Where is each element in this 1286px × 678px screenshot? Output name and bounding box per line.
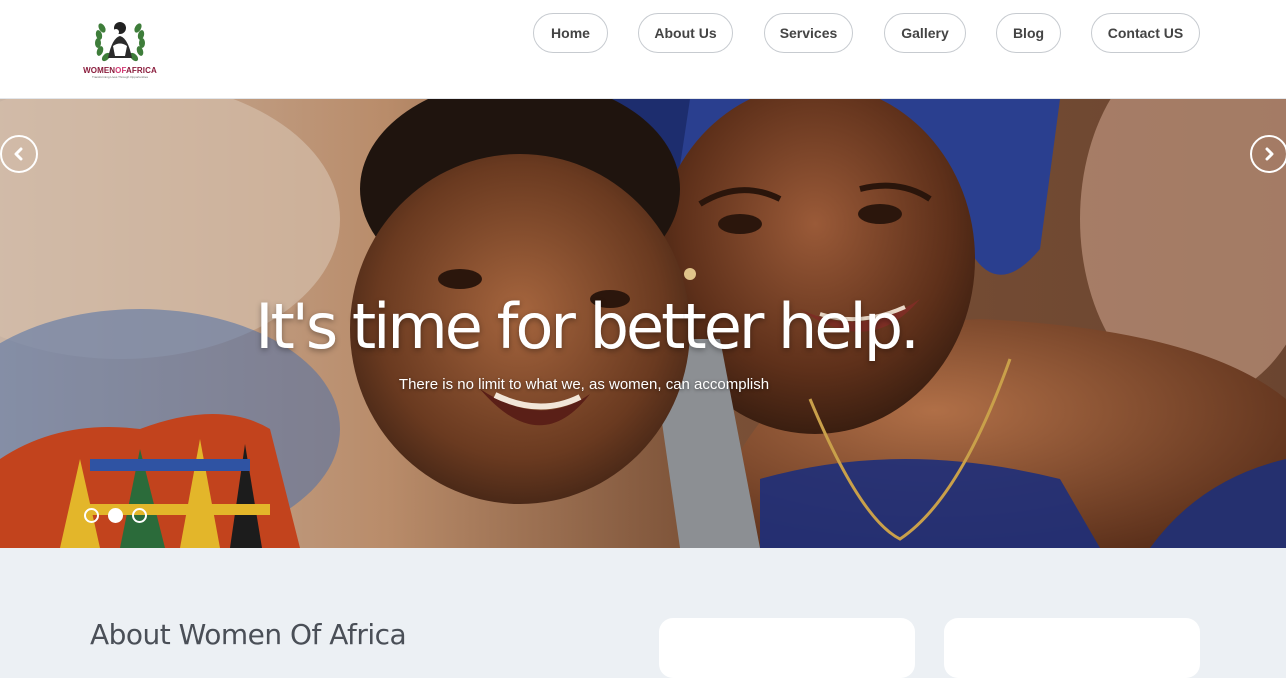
slider-prev-button[interactable] [0, 135, 38, 173]
logo-tagline: Transforming Lives Through Opportunities [91, 75, 149, 79]
logo-word-africa: AFRICA [126, 66, 157, 75]
nav-contact-button[interactable]: Contact US [1091, 13, 1200, 53]
logo-word-of: OF [115, 66, 127, 75]
nav-about-button[interactable]: About Us [638, 13, 733, 53]
about-section-title: About Women Of Africa [90, 618, 407, 651]
site-logo[interactable]: WOMENOFAFRICA Transforming Lives Through… [80, 16, 160, 79]
slide-indicator-3[interactable] [132, 508, 147, 523]
slide-indicator-1[interactable] [84, 508, 99, 523]
chevron-right-icon [1265, 147, 1274, 161]
slide-indicator-2[interactable] [108, 508, 123, 523]
about-card [944, 618, 1200, 678]
chevron-left-icon [14, 147, 23, 161]
laurel-emblem-icon [95, 22, 145, 62]
nav-gallery-button[interactable]: Gallery [884, 13, 966, 53]
slider-next-button[interactable] [1250, 135, 1286, 173]
about-card [659, 618, 915, 678]
nav-home-button[interactable]: Home [533, 13, 608, 53]
hero-title: It's time for better help. [255, 290, 920, 363]
nav-blog-button[interactable]: Blog [996, 13, 1061, 53]
site-header: WOMENOFAFRICA Transforming Lives Through… [0, 0, 1286, 99]
logo-word-women: WOMEN [83, 66, 116, 75]
hero-slider: It's time for better help. There is no l… [0, 99, 1286, 548]
logo-wordmark: WOMENOFAFRICA [80, 66, 160, 75]
main-nav: Home About Us Services Gallery Blog Cont… [533, 13, 1200, 53]
nav-services-button[interactable]: Services [764, 13, 853, 53]
hero-subtitle: There is no limit to what we, as women, … [398, 376, 770, 393]
